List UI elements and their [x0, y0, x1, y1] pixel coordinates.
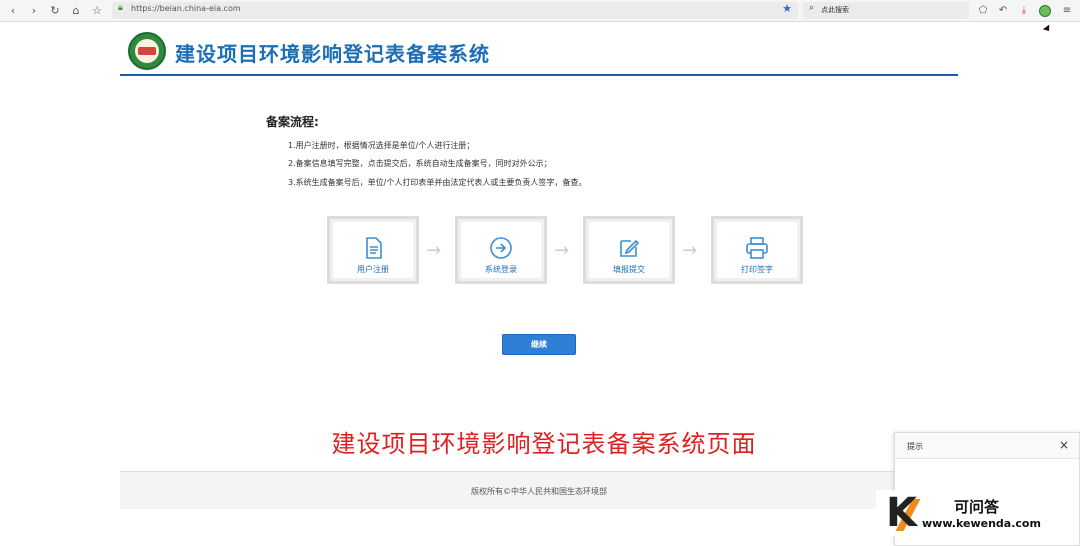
process-step-2: 2.备案信息填写完整，点击提交后，系统自动生成备案号，同时对外公示；	[288, 159, 552, 168]
step-card-register: 用户注册	[327, 216, 419, 284]
search-icon: ⌕	[809, 3, 815, 13]
step-card-label: 系统登录	[485, 265, 517, 274]
reload-icon[interactable]: ↻	[47, 3, 63, 19]
site-title: 建设项目环境影响登记表备案系统	[175, 42, 490, 66]
extensions-icon[interactable]: ⬠	[976, 3, 990, 19]
ministry-logo-icon	[128, 32, 166, 70]
close-icon[interactable]: ×	[1059, 438, 1069, 452]
step-card-label: 填报提交	[613, 265, 645, 274]
address-bar[interactable]: 🔒︎ https://beian.china-eia.com ★	[112, 2, 798, 19]
mouse-cursor-icon	[1042, 24, 1053, 34]
back-icon[interactable]: ‹	[5, 3, 21, 19]
arrow-circle-icon	[490, 237, 512, 259]
step-arrow-icon: →	[426, 240, 442, 261]
url-text: https://beian.china-eia.com	[131, 4, 241, 13]
popup-header: 提示 ×	[895, 433, 1079, 459]
forward-icon[interactable]: ›	[26, 3, 42, 19]
step-card-label: 打印签字	[741, 265, 773, 274]
watermark-url: www.kewenda.com	[922, 517, 1041, 530]
continue-button[interactable]: 继续	[502, 334, 576, 355]
favorite-star-icon[interactable]: ★	[782, 2, 792, 15]
download-icon[interactable]: ⤓	[1017, 3, 1031, 19]
footer: 版权所有©中华人民共和国生态环境部	[120, 471, 958, 509]
watermark-logo: K 可问答 www.kewenda.com	[876, 490, 1070, 536]
edit-icon	[620, 239, 640, 257]
printer-icon	[746, 237, 768, 259]
document-icon	[366, 237, 382, 259]
profile-avatar-icon[interactable]	[1039, 5, 1051, 17]
search-placeholder: 点此搜索	[821, 6, 849, 14]
site-header: 建设项目环境影响登记表备案系统	[120, 26, 958, 76]
lock-icon: 🔒︎	[118, 3, 123, 13]
step-card-label: 用户注册	[357, 265, 389, 274]
watermark-name: 可问答	[954, 498, 1000, 516]
step-arrow-icon: →	[682, 240, 698, 261]
process-heading: 备案流程:	[266, 115, 319, 129]
step-card-login: 系统登录	[455, 216, 547, 284]
undo-icon[interactable]: ↶	[996, 3, 1010, 19]
popup-title: 提示	[907, 442, 923, 451]
menu-icon[interactable]: ≡	[1060, 3, 1074, 19]
watermark-letter: K	[886, 490, 917, 536]
bookmark-star-icon[interactable]: ☆	[89, 3, 105, 19]
step-arrow-icon: →	[554, 240, 570, 261]
copyright-text: 版权所有©中华人民共和国生态环境部	[471, 487, 607, 496]
process-step-1: 1.用户注册时，根据情况选择是单位/个人进行注册；	[288, 141, 475, 150]
step-card-submit: 填报提交	[583, 216, 675, 284]
home-icon[interactable]: ⌂	[68, 3, 84, 19]
process-step-3: 3.系统生成备案号后，单位/个人打印表单并由法定代表人或主要负责人签字，备查。	[288, 178, 587, 187]
browser-toolbar: ‹ › ↻ ⌂ ☆ 🔒︎ https://beian.china-eia.com…	[0, 0, 1080, 22]
search-input[interactable]: ⌕ 点此搜索	[803, 2, 969, 19]
step-card-print: 打印签字	[711, 216, 803, 284]
